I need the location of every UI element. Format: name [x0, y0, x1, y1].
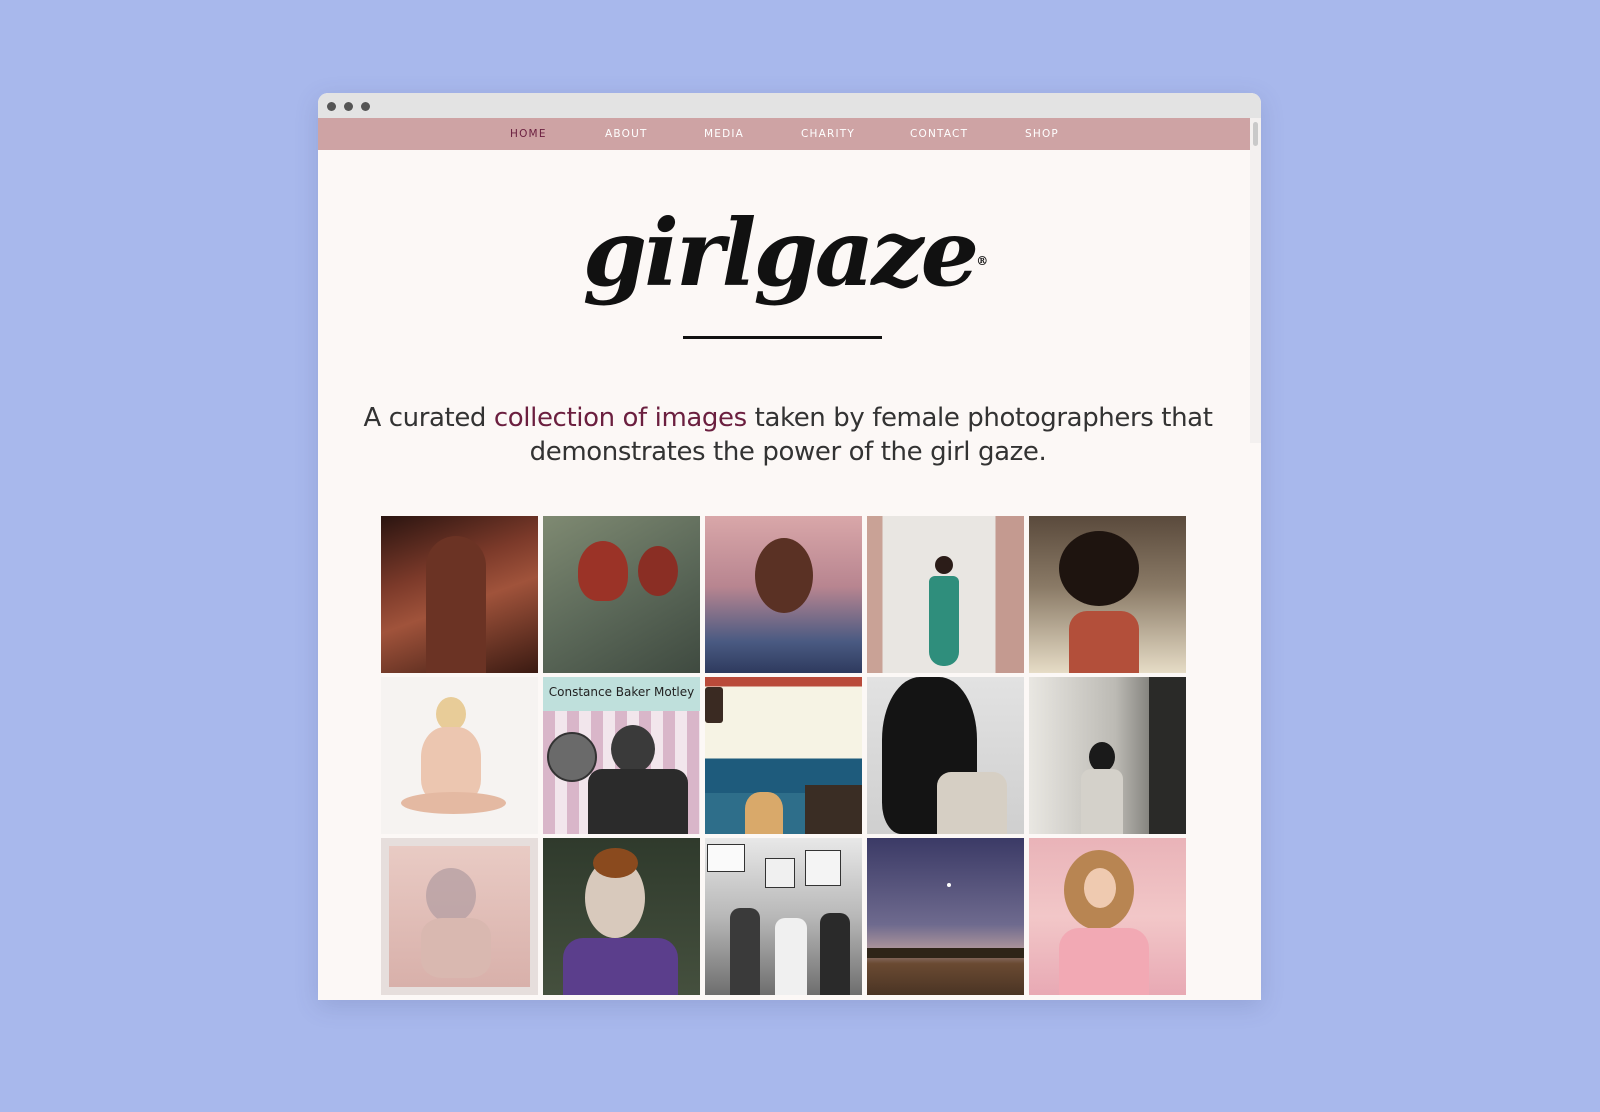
browser-window: HOME ABOUT MEDIA CHARITY CONTACT SHOP gi… [318, 93, 1261, 1000]
tagline: A curated collection of images taken by … [358, 401, 1218, 469]
window-maximize-dot[interactable] [361, 102, 370, 111]
gallery-image[interactable] [867, 838, 1024, 995]
image-gallery: Constance Baker Motley [381, 516, 1186, 995]
nav-contact[interactable]: CONTACT [910, 128, 968, 140]
gallery-image[interactable] [867, 677, 1024, 834]
nav-about[interactable]: ABOUT [605, 128, 648, 140]
nav-media[interactable]: MEDIA [704, 128, 744, 140]
gallery-image[interactable] [1029, 516, 1186, 673]
logo-divider [683, 336, 882, 339]
window-titlebar [318, 93, 1261, 118]
window-minimize-dot[interactable] [344, 102, 353, 111]
registered-mark: ® [976, 254, 988, 268]
gallery-image[interactable] [867, 516, 1024, 673]
gallery-image[interactable] [381, 516, 538, 673]
scrollbar[interactable] [1250, 118, 1261, 443]
gallery-image[interactable] [1029, 677, 1186, 834]
gallery-image[interactable]: Constance Baker Motley [543, 677, 700, 834]
gallery-image[interactable] [543, 838, 700, 995]
gallery-image[interactable] [705, 677, 862, 834]
gallery-image[interactable] [381, 677, 538, 834]
gallery-image[interactable] [381, 838, 538, 995]
main-nav: HOME ABOUT MEDIA CHARITY CONTACT SHOP [318, 118, 1250, 150]
gallery-image[interactable] [705, 516, 862, 673]
logo-text: girlgaze [582, 199, 979, 307]
site-logo[interactable]: girlgaze® [318, 203, 1250, 303]
tagline-highlight[interactable]: collection of images [494, 403, 747, 433]
nav-charity[interactable]: CHARITY [801, 128, 855, 140]
gallery-image[interactable] [1029, 838, 1186, 995]
gallery-image-caption: Constance Baker Motley [548, 685, 695, 699]
gallery-image[interactable] [543, 516, 700, 673]
gallery-image[interactable] [705, 838, 862, 995]
scrollbar-thumb[interactable] [1253, 122, 1258, 146]
nav-shop[interactable]: SHOP [1025, 128, 1059, 140]
tagline-part1: A curated [363, 403, 494, 433]
window-close-dot[interactable] [327, 102, 336, 111]
nav-home[interactable]: HOME [510, 128, 547, 140]
